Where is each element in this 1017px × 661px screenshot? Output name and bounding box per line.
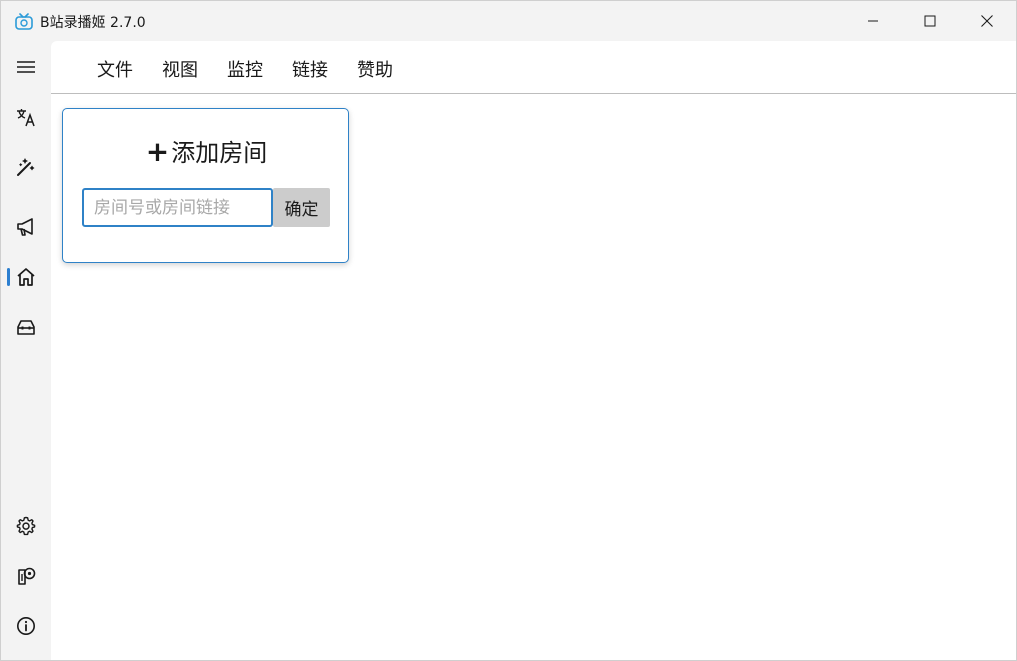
nav-about[interactable] <box>4 608 48 644</box>
nav-language[interactable] <box>4 99 48 135</box>
room-id-input[interactable] <box>82 188 273 227</box>
nav-menu-toggle[interactable] <box>4 49 48 85</box>
hamburger-menu-icon <box>17 61 35 73</box>
add-room-card: +添加房间 确定 <box>62 108 349 263</box>
menu-links[interactable]: 链接 <box>290 56 330 82</box>
maximize-button[interactable] <box>901 1 959 41</box>
toolbox-icon <box>17 320 35 335</box>
info-icon <box>17 617 35 635</box>
close-icon <box>981 15 993 27</box>
translate-icon <box>17 109 35 127</box>
close-button[interactable] <box>958 1 1016 41</box>
minimize-button[interactable] <box>844 1 902 41</box>
menu-file[interactable]: 文件 <box>95 56 135 82</box>
window-title: B站录播姬 2.7.0 <box>40 15 146 31</box>
add-room-title-text: 添加房间 <box>171 139 268 167</box>
pin-note-icon <box>18 567 36 585</box>
minimize-icon <box>868 20 878 22</box>
nav-settings[interactable] <box>4 508 48 544</box>
nav-home[interactable] <box>4 259 48 295</box>
magic-wand-icon <box>17 158 35 176</box>
title-bar[interactable]: B站录播姬 2.7.0 <box>1 1 1016 41</box>
nav-log[interactable] <box>4 558 48 594</box>
maximize-icon <box>924 15 936 27</box>
nav-toolbox[interactable] <box>4 309 48 345</box>
menu-view[interactable]: 视图 <box>160 56 200 82</box>
app-window: B站录播姬 2.7.0 文件 视图 监控 链接 赞助 +添加房间 房间号或房间链… <box>0 0 1017 661</box>
tv-app-icon <box>15 13 33 30</box>
megaphone-icon <box>17 218 33 236</box>
gear-icon <box>16 516 36 536</box>
add-room-title: +添加房间 <box>63 133 350 168</box>
menu-sponsor[interactable]: 赞助 <box>355 56 395 82</box>
confirm-button[interactable]: 确定 <box>273 188 330 227</box>
plus-icon: + <box>145 135 170 168</box>
home-icon <box>17 268 35 286</box>
nav-toolbox-wand[interactable] <box>4 149 48 185</box>
nav-announcement[interactable] <box>4 209 48 245</box>
main-content: 文件 视图 监控 链接 赞助 +添加房间 确定 <box>51 41 1016 660</box>
navigation-rail <box>1 41 51 660</box>
menu-monitor[interactable]: 监控 <box>225 56 265 82</box>
menu-bar: 文件 视图 监控 链接 赞助 <box>51 41 1016 94</box>
